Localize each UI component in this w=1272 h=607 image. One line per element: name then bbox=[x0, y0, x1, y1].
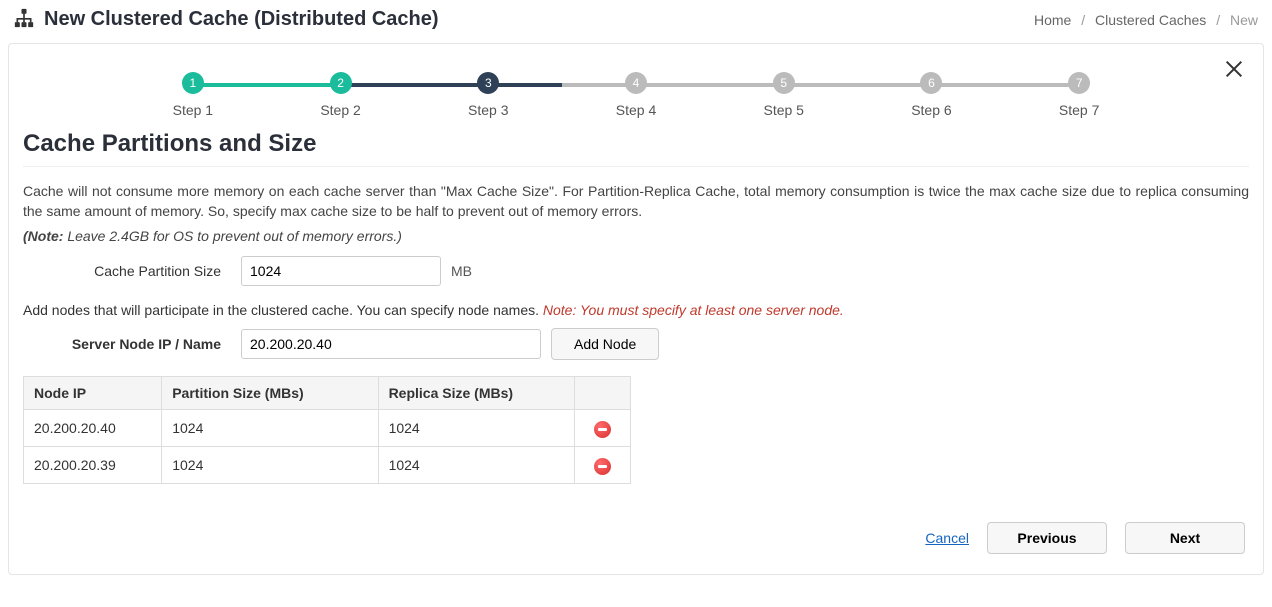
next-button[interactable]: Next bbox=[1125, 522, 1245, 554]
step-2[interactable]: 2 Step 2 bbox=[267, 72, 415, 118]
breadcrumb-separator: / bbox=[1075, 12, 1091, 28]
server-node-row: Server Node IP / Name Add Node bbox=[23, 328, 1249, 360]
section-title: Cache Partitions and Size bbox=[23, 128, 1249, 167]
network-icon bbox=[14, 8, 34, 31]
breadcrumb-home[interactable]: Home bbox=[1034, 12, 1071, 28]
page-header: New Clustered Cache (Distributed Cache) … bbox=[0, 0, 1272, 43]
cell-partition-size: 1024 bbox=[162, 446, 378, 483]
step-label: Step 1 bbox=[119, 102, 267, 118]
table-header-row: Node IP Partition Size (MBs) Replica Siz… bbox=[24, 376, 631, 409]
step-6[interactable]: 6 Step 6 bbox=[858, 72, 1006, 118]
cell-replica-size: 1024 bbox=[378, 446, 574, 483]
step-connector bbox=[636, 83, 784, 87]
partition-size-suffix: MB bbox=[451, 263, 472, 279]
cell-replica-size: 1024 bbox=[378, 409, 574, 446]
note-text: Leave 2.4GB for OS to prevent out of mem… bbox=[63, 228, 401, 244]
cell-node-ip: 20.200.20.40 bbox=[24, 409, 162, 446]
step-circle: 6 bbox=[920, 72, 942, 94]
breadcrumb: Home / Clustered Caches / New bbox=[1034, 12, 1258, 28]
step-circle: 4 bbox=[625, 72, 647, 94]
nodes-table: Node IP Partition Size (MBs) Replica Siz… bbox=[23, 376, 631, 485]
step-label: Step 3 bbox=[414, 102, 562, 118]
step-label: Step 6 bbox=[858, 102, 1006, 118]
section-note: (Note: Leave 2.4GB for OS to prevent out… bbox=[23, 228, 1249, 256]
cell-partition-size: 1024 bbox=[162, 409, 378, 446]
step-5[interactable]: 5 Step 5 bbox=[710, 72, 858, 118]
col-actions bbox=[574, 376, 630, 409]
add-node-button[interactable]: Add Node bbox=[551, 328, 659, 360]
step-connector bbox=[931, 83, 1079, 87]
step-connector bbox=[341, 83, 489, 87]
note-bold: (Note: bbox=[23, 228, 63, 244]
step-connector bbox=[488, 83, 636, 87]
step-circle: 5 bbox=[773, 72, 795, 94]
server-node-label: Server Node IP / Name bbox=[23, 336, 231, 352]
partition-size-label: Cache Partition Size bbox=[23, 263, 231, 279]
step-3[interactable]: 3 Step 3 bbox=[414, 72, 562, 118]
remove-node-icon[interactable] bbox=[594, 458, 611, 475]
step-circle: 3 bbox=[477, 72, 499, 94]
step-1[interactable]: 1 Step 1 bbox=[119, 72, 267, 118]
step-circle: 1 bbox=[182, 72, 204, 94]
breadcrumb-separator: / bbox=[1210, 12, 1226, 28]
cancel-link[interactable]: Cancel bbox=[925, 530, 969, 546]
remove-node-icon[interactable] bbox=[594, 421, 611, 438]
server-node-input[interactable] bbox=[241, 329, 541, 359]
step-7[interactable]: 7 Step 7 bbox=[1005, 72, 1153, 118]
step-label: Step 7 bbox=[1005, 102, 1153, 118]
breadcrumb-current: New bbox=[1230, 12, 1258, 28]
col-partition-size: Partition Size (MBs) bbox=[162, 376, 378, 409]
add-nodes-warning: Note: You must specify at least one serv… bbox=[543, 302, 844, 318]
header-left: New Clustered Cache (Distributed Cache) bbox=[14, 8, 439, 31]
partition-size-input[interactable] bbox=[241, 256, 441, 286]
step-circle: 2 bbox=[330, 72, 352, 94]
wizard-footer: Cancel Previous Next bbox=[9, 508, 1263, 574]
previous-button[interactable]: Previous bbox=[987, 522, 1107, 554]
step-label: Step 2 bbox=[267, 102, 415, 118]
partition-size-row: Cache Partition Size MB bbox=[23, 256, 1249, 286]
col-replica-size: Replica Size (MBs) bbox=[378, 376, 574, 409]
add-nodes-text: Add nodes that will participate in the c… bbox=[23, 302, 543, 318]
step-connector bbox=[193, 83, 341, 87]
step-4[interactable]: 4 Step 4 bbox=[562, 72, 710, 118]
table-row: 20.200.20.40 1024 1024 bbox=[24, 409, 631, 446]
cell-node-ip: 20.200.20.39 bbox=[24, 446, 162, 483]
step-connector bbox=[784, 83, 932, 87]
breadcrumb-clustered-caches[interactable]: Clustered Caches bbox=[1095, 12, 1206, 28]
section-description: Cache will not consume more memory on ea… bbox=[23, 167, 1249, 228]
step-label: Step 4 bbox=[562, 102, 710, 118]
wizard-panel: 1 Step 1 2 Step 2 3 Step 3 4 Step 4 5 St… bbox=[8, 43, 1264, 575]
wizard-content: Cache Partitions and Size Cache will not… bbox=[9, 128, 1263, 508]
col-node-ip: Node IP bbox=[24, 376, 162, 409]
add-nodes-instruction: Add nodes that will participate in the c… bbox=[23, 302, 1249, 328]
table-row: 20.200.20.39 1024 1024 bbox=[24, 446, 631, 483]
page-title: New Clustered Cache (Distributed Cache) bbox=[44, 8, 439, 31]
step-label: Step 5 bbox=[710, 102, 858, 118]
step-circle: 7 bbox=[1068, 72, 1090, 94]
stepper: 1 Step 1 2 Step 2 3 Step 3 4 Step 4 5 St… bbox=[9, 44, 1263, 128]
